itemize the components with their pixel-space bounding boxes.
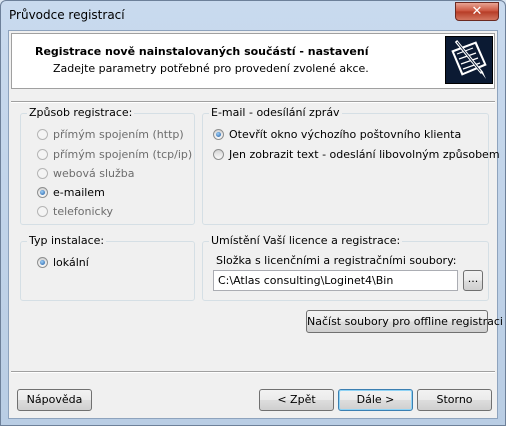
radio-email-label: e-mailem bbox=[53, 185, 105, 199]
radio-tcpip-label: přímým spojením (tcp/ip) bbox=[53, 147, 193, 161]
wizard-window: Průvodce registrací ✕ Registrace nově na… bbox=[0, 0, 506, 426]
radio-web-service[interactable]: webová služba bbox=[37, 165, 134, 181]
radio-open-mail-client-label: Otevřít okno výchozího poštovního klient… bbox=[229, 127, 462, 141]
radio-show-text-only[interactable]: Jen zobrazit text - odeslání libovolným … bbox=[213, 146, 500, 162]
wizard-header: Registrace nově nainstalovaných součástí… bbox=[11, 33, 495, 89]
radio-tcpip[interactable]: přímým spojením (tcp/ip) bbox=[37, 146, 192, 162]
radio-tcpip-indicator bbox=[37, 148, 48, 160]
radio-open-mail-client[interactable]: Otevřít okno výchozího poštovního klient… bbox=[213, 126, 461, 142]
radio-phone-indicator bbox=[37, 205, 48, 217]
radio-http[interactable]: přímým spojením (http) bbox=[37, 126, 184, 142]
license-folder-input[interactable] bbox=[213, 270, 458, 291]
radio-open-mail-client-indicator bbox=[213, 128, 224, 140]
email-sending-label: E-mail - odesílání zpráv bbox=[209, 106, 342, 119]
radio-show-text-only-indicator bbox=[213, 148, 224, 160]
email-sending-group: E-mail - odesílání zpráv Otevřít okno vý… bbox=[202, 106, 500, 225]
close-button[interactable]: ✕ bbox=[455, 2, 499, 21]
license-location-group: Umístění Vaší licence a registrace: Slož… bbox=[202, 234, 489, 301]
registration-form-pen-icon bbox=[445, 36, 493, 84]
folder-label: Složka s licenčními a registračními soub… bbox=[216, 254, 457, 267]
registration-method-label: Způsob registrace: bbox=[27, 106, 135, 119]
registration-method-group: Způsob registrace: přímým spojením (http… bbox=[20, 106, 195, 225]
title-bar[interactable]: Průvodce registrací ✕ bbox=[1, 1, 505, 29]
radio-show-text-only-label: Jen zobrazit text - odeslání libovolným … bbox=[229, 147, 500, 161]
radio-local-label: lokální bbox=[53, 255, 89, 269]
browse-folder-button[interactable]: ... bbox=[463, 270, 483, 291]
window-title: Průvodce registrací bbox=[9, 8, 125, 22]
radio-http-label: přímým spojením (http) bbox=[53, 127, 184, 141]
install-type-group: Typ instalace: lokální bbox=[20, 234, 195, 301]
next-button[interactable]: Dále > bbox=[338, 389, 413, 411]
help-button[interactable]: Nápověda bbox=[17, 389, 92, 411]
install-type-label: Typ instalace: bbox=[27, 234, 107, 247]
license-location-label: Umístění Vaší licence a registrace: bbox=[209, 234, 403, 247]
load-offline-registration-button[interactable]: Načíst soubory pro offline registraci bbox=[306, 310, 503, 333]
radio-email[interactable]: e-mailem bbox=[37, 184, 105, 200]
header-separator bbox=[11, 101, 495, 103]
footer-separator bbox=[11, 371, 495, 373]
back-button[interactable]: < Zpět bbox=[259, 389, 334, 411]
header-subtitle: Zadejte parametry potřebné pro provedení… bbox=[53, 62, 369, 75]
radio-local-indicator bbox=[37, 256, 48, 268]
radio-http-indicator bbox=[37, 128, 48, 140]
radio-web-service-indicator bbox=[37, 167, 48, 179]
radio-phone-label: telefonicky bbox=[53, 204, 114, 218]
header-title: Registrace nově nainstalovaných součástí… bbox=[35, 45, 369, 58]
radio-email-indicator bbox=[37, 186, 48, 198]
radio-phone[interactable]: telefonicky bbox=[37, 203, 113, 219]
wizard-client-area: Registrace nově nainstalovaných součástí… bbox=[8, 30, 503, 419]
cancel-button[interactable]: Storno bbox=[417, 389, 492, 411]
radio-web-service-label: webová služba bbox=[53, 166, 135, 180]
radio-local[interactable]: lokální bbox=[37, 254, 89, 270]
